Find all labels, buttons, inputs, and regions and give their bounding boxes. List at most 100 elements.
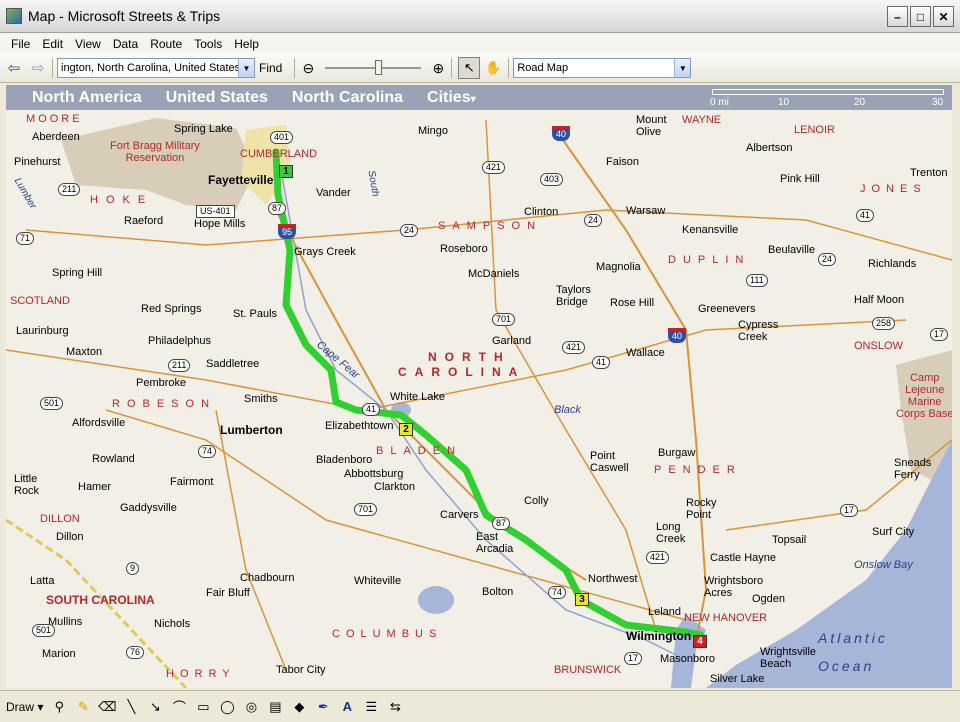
forward-arrow-icon[interactable]: ⇨ xyxy=(28,58,48,78)
menu-view[interactable]: View xyxy=(69,37,107,51)
eraser-icon[interactable]: ⌫ xyxy=(97,696,117,718)
state-label: NORTH xyxy=(428,350,511,364)
draw-menu[interactable]: Draw ▾ xyxy=(6,700,43,714)
route-shield: 41 xyxy=(362,403,381,416)
zoom-in-icon[interactable]: ⊕ xyxy=(429,59,447,77)
radius-icon[interactable]: ◎ xyxy=(241,696,261,718)
close-button[interactable]: ✕ xyxy=(933,6,954,27)
minimize-button[interactable]: – xyxy=(887,6,908,27)
route-shield: 24 xyxy=(584,214,603,227)
crumb-north-america[interactable]: North America xyxy=(32,89,142,107)
pan-hand-icon[interactable]: ✋ xyxy=(482,57,504,79)
crumb-united-states[interactable]: United States xyxy=(166,89,268,107)
arrow-icon[interactable]: ↘ xyxy=(145,696,165,718)
route-stop-marker[interactable]: 4 xyxy=(693,635,707,648)
route-stop-marker[interactable]: 3 xyxy=(575,593,589,606)
city-label: Masonboro xyxy=(660,653,716,665)
find-input[interactable]: ington, North Carolina, United States xyxy=(58,62,238,74)
city-label: Bolton xyxy=(482,586,514,598)
menu-edit[interactable]: Edit xyxy=(36,37,69,51)
map-canvas[interactable]: Aberdeen Spring Lake Mingo Mount Olive P… xyxy=(6,110,952,688)
pushpin-icon[interactable]: ⚲ xyxy=(49,696,69,718)
city-label: Topsail xyxy=(772,534,807,546)
city-label: Rowland xyxy=(92,453,135,465)
scale-label: 0 mi xyxy=(710,97,729,108)
map-style-select[interactable]: Road Map ▼ xyxy=(513,58,692,78)
park-label: Camp Lejeune Marine Corps Base xyxy=(896,372,952,420)
menu-file[interactable]: File xyxy=(5,37,36,51)
line-color-icon[interactable]: ✒ xyxy=(313,696,333,718)
route-stop-marker[interactable]: 1 xyxy=(279,165,293,178)
city-label: Wrightsville Beach xyxy=(760,646,817,670)
crumb-north-carolina[interactable]: North Carolina xyxy=(292,89,403,107)
zoom-slider[interactable] xyxy=(325,59,422,77)
fill-color-icon[interactable]: ◆ xyxy=(289,696,309,718)
county-label: SAMPSON xyxy=(438,220,543,232)
route-stop-marker[interactable]: 2 xyxy=(399,423,413,436)
toolbar-separator xyxy=(508,58,510,78)
city-label: Rocky Point xyxy=(686,497,717,521)
back-arrow-icon[interactable]: ⇦ xyxy=(4,58,24,78)
chevron-down-icon[interactable]: ▼ xyxy=(238,59,254,77)
menu-help[interactable]: Help xyxy=(228,37,265,51)
city-label-wilmington: Wilmington xyxy=(626,629,692,643)
city-label: Pinehurst xyxy=(14,156,61,168)
rectangle-icon[interactable]: ▭ xyxy=(193,696,213,718)
city-label: Half Moon xyxy=(854,294,905,306)
route-shield: 87 xyxy=(492,517,511,530)
city-label: Hamer xyxy=(78,481,112,493)
maximize-button[interactable]: □ xyxy=(910,6,931,27)
menu-data[interactable]: Data xyxy=(107,37,144,51)
route-shield: 74 xyxy=(198,445,217,458)
line-style-icon[interactable]: ☰ xyxy=(361,696,381,718)
city-label: White Lake xyxy=(390,391,446,403)
route-shield: 421 xyxy=(562,341,586,354)
line-icon[interactable]: ╲ xyxy=(121,696,141,718)
city-label: Fairmont xyxy=(170,476,214,488)
textbox-icon[interactable]: ▤ xyxy=(265,696,285,718)
toolbar-separator xyxy=(294,58,296,78)
city-label: Latta xyxy=(30,575,55,587)
route-shield: 74 xyxy=(548,586,567,599)
highlighter-icon[interactable]: ✎ xyxy=(73,696,93,718)
chevron-down-icon[interactable]: ▼ xyxy=(674,59,691,77)
oval-icon[interactable]: ◯ xyxy=(217,696,237,718)
city-label: Albertson xyxy=(746,142,793,154)
drawing-toolbar: Draw ▾ ⚲ ✎ ⌫ ╲ ↘ ⌒ ▭ ◯ ◎ ▤ ◆ ✒ A ☰ ⇆ xyxy=(0,690,960,722)
find-combo[interactable]: ington, North Carolina, United States ▼ xyxy=(57,58,255,78)
zoom-out-icon[interactable]: ⊖ xyxy=(299,59,317,77)
route-shield: 76 xyxy=(126,646,145,659)
city-label: Raeford xyxy=(124,215,164,227)
toolbar-separator xyxy=(52,58,53,78)
city-label: Spring Hill xyxy=(52,267,103,279)
city-label: Northwest xyxy=(588,573,638,585)
location-bar: North America United States North Caroli… xyxy=(6,85,952,110)
bay-label: Onslow Bay xyxy=(854,559,913,571)
crumb-cities[interactable]: Cities▾ xyxy=(427,89,476,107)
park-label: Fort Bragg Military Reservation xyxy=(110,140,200,164)
menu-route[interactable]: Route xyxy=(144,37,188,51)
city-label: Carvers xyxy=(440,509,479,521)
city-label: Leland xyxy=(648,606,682,618)
select-pointer-icon[interactable]: ↖ xyxy=(458,57,481,79)
map-scale: 0 mi 10 20 30 xyxy=(708,88,948,108)
find-button[interactable]: Find xyxy=(259,61,282,75)
city-label: McDaniels xyxy=(468,268,520,280)
route-shield-label: US-401 xyxy=(196,205,235,218)
arrow-style-icon[interactable]: ⇆ xyxy=(385,696,405,718)
route-shield: 24 xyxy=(400,224,419,237)
city-label: Tabor City xyxy=(276,664,326,676)
interstate-shield: 95 xyxy=(278,224,296,239)
zoom-slider-thumb[interactable] xyxy=(375,60,383,75)
route-shield: 421 xyxy=(646,551,670,564)
freeform-icon[interactable]: ⌒ xyxy=(169,696,189,718)
city-label: Hope Mills xyxy=(194,218,246,230)
county-label: HORRY xyxy=(166,668,236,680)
city-label: Dillon xyxy=(56,531,84,543)
font-color-icon[interactable]: A xyxy=(337,696,357,718)
city-label: Gaddysville xyxy=(120,502,177,514)
menu-tools[interactable]: Tools xyxy=(188,37,228,51)
route-shield: 211 xyxy=(58,183,81,196)
city-label: Nichols xyxy=(154,618,191,630)
route-shield: 17 xyxy=(624,652,643,665)
